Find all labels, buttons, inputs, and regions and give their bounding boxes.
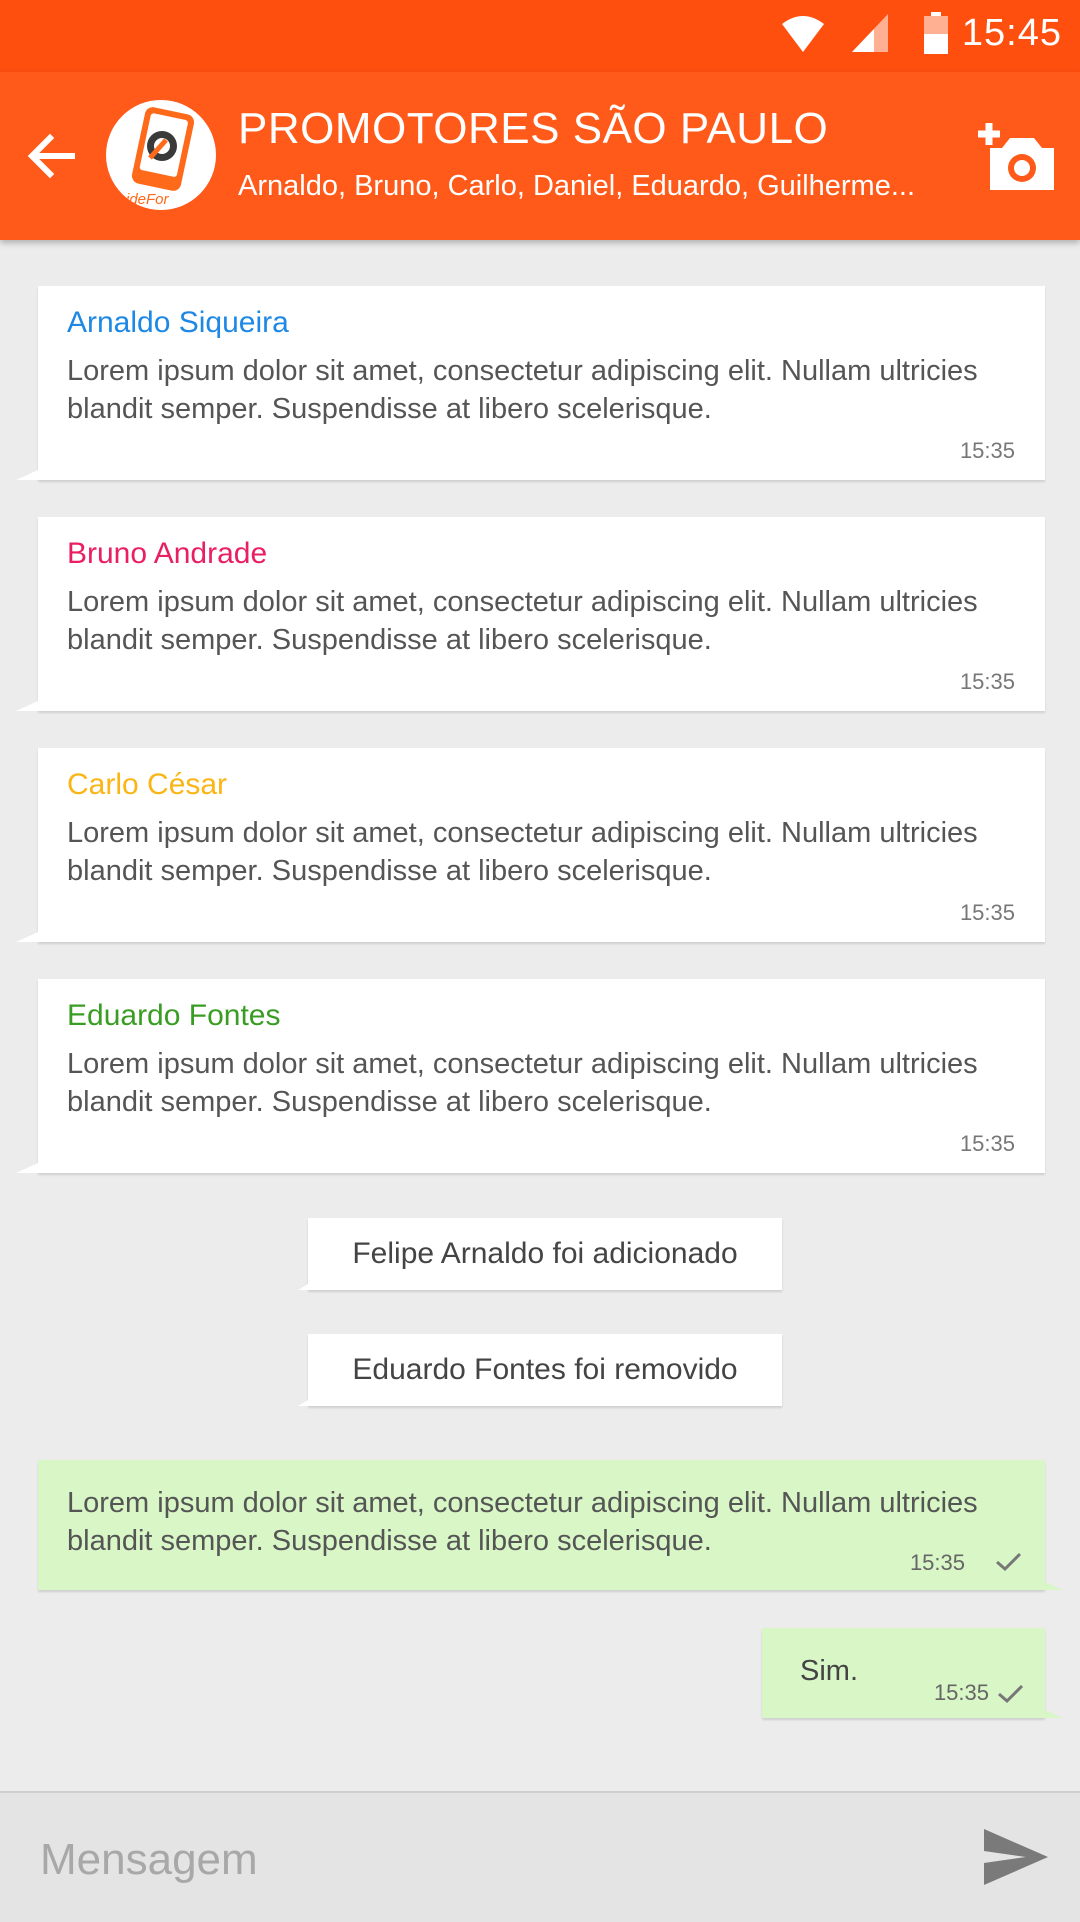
check-icon <box>996 1552 1022 1572</box>
svg-text:ideFor: ideFor <box>126 191 170 208</box>
app-bar: ideFor PROMOTORES SÃO PAULO Arnaldo, Bru… <box>0 72 1080 240</box>
message-text: Lorem ipsum dolor sit amet, consectetur … <box>67 1487 978 1557</box>
message-time: 15:35 <box>959 1131 1015 1156</box>
message-text: Sim. <box>800 1655 858 1687</box>
send-icon[interactable] <box>982 1825 1050 1889</box>
battery-icon <box>924 12 948 54</box>
system-message: Felipe Arnaldo foi adicionado <box>298 1218 782 1290</box>
check-icon <box>998 1684 1024 1704</box>
arrow-back-icon[interactable] <box>20 124 84 188</box>
incoming-message[interactable]: Carlo César Lorem ipsum dolor sit amet, … <box>16 748 1045 942</box>
sender-name: Carlo César <box>67 768 228 801</box>
logo-icon: ideFor <box>126 107 195 208</box>
sender-name: Arnaldo Siqueira <box>67 306 289 339</box>
message-text: Lorem ipsum dolor sit amet, consectetur … <box>67 586 978 656</box>
outgoing-message[interactable]: Lorem ipsum dolor sit amet, consectetur … <box>38 1460 1063 1590</box>
message-time: 15:35 <box>959 669 1015 694</box>
message-text: Lorem ipsum dolor sit amet, consectetur … <box>67 355 978 425</box>
message-input[interactable] <box>38 1829 942 1891</box>
incoming-message[interactable]: Bruno Andrade Lorem ipsum dolor sit amet… <box>16 517 1045 711</box>
message-time: 15:35 <box>959 900 1015 925</box>
group-title[interactable]: PROMOTORES SÃO PAULO <box>238 104 828 154</box>
system-message: Eduardo Fontes foi removido <box>298 1334 782 1406</box>
sender-name: Eduardo Fontes <box>67 999 281 1032</box>
sender-name: Bruno Andrade <box>67 537 268 570</box>
wifi-icon <box>782 16 824 52</box>
incoming-message[interactable]: Eduardo Fontes Lorem ipsum dolor sit ame… <box>16 979 1045 1173</box>
group-avatar[interactable]: ideFor <box>106 100 216 210</box>
status-time: 15:45 <box>961 12 1062 54</box>
group-members[interactable]: Arnaldo, Bruno, Carlo, Daniel, Eduardo, … <box>238 170 968 203</box>
message-time: 15:35 <box>933 1680 989 1705</box>
status-bar: 15:45 <box>0 0 1080 72</box>
message-time: 15:35 <box>909 1550 965 1575</box>
outgoing-message[interactable]: Sim. 15:35 <box>762 1628 1063 1718</box>
message-time: 15:35 <box>959 438 1015 463</box>
message-text: Lorem ipsum dolor sit amet, consectetur … <box>67 1048 978 1118</box>
incoming-message[interactable]: Arnaldo Siqueira Lorem ipsum dolor sit a… <box>16 286 1045 480</box>
composer-bar <box>0 1791 1080 1922</box>
add-camera-icon[interactable] <box>976 120 1058 192</box>
signal-icon <box>852 14 888 52</box>
message-text: Lorem ipsum dolor sit amet, consectetur … <box>67 817 978 887</box>
